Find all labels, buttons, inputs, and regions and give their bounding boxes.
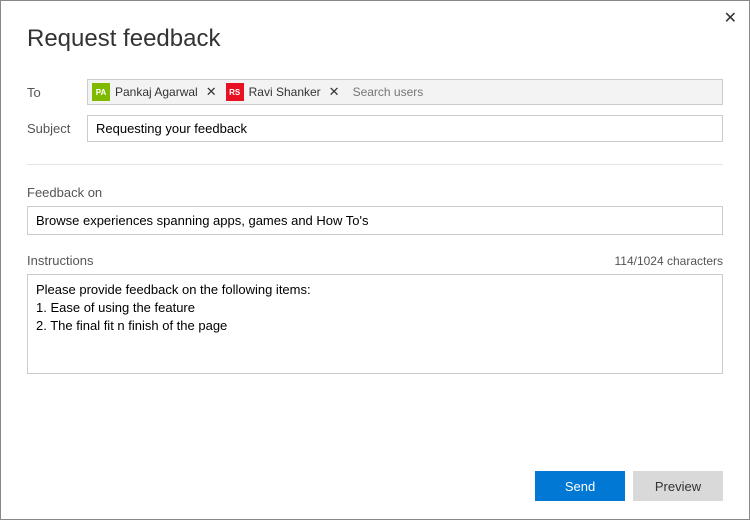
- character-count: 114/1024 characters: [614, 254, 723, 268]
- divider: [27, 164, 723, 165]
- remove-recipient-icon[interactable]: ✕: [326, 84, 343, 100]
- recipient-name: Pankaj Agarwal: [115, 85, 198, 99]
- feedback-on-input[interactable]: [27, 206, 723, 235]
- avatar: PA: [92, 83, 110, 101]
- avatar: RS: [226, 83, 244, 101]
- subject-row: Subject: [27, 115, 723, 142]
- feedback-on-label: Feedback on: [27, 185, 723, 200]
- to-label: To: [27, 85, 87, 100]
- recipient-chip: RS Ravi Shanker ✕: [226, 83, 345, 101]
- send-button[interactable]: Send: [535, 471, 625, 501]
- close-icon[interactable]: ✕: [720, 7, 741, 31]
- dialog-footer: Send Preview: [27, 471, 723, 501]
- preview-button[interactable]: Preview: [633, 471, 723, 501]
- dialog-title: Request feedback: [27, 25, 723, 53]
- request-feedback-dialog: ✕ Request feedback To PA Pankaj Agarwal …: [0, 0, 750, 520]
- recipient-name: Ravi Shanker: [249, 85, 321, 99]
- search-users-input[interactable]: [349, 82, 718, 102]
- to-row: To PA Pankaj Agarwal ✕ RS Ravi Shanker ✕: [27, 79, 723, 105]
- remove-recipient-icon[interactable]: ✕: [203, 84, 220, 100]
- subject-label: Subject: [27, 121, 87, 136]
- instructions-header: Instructions 114/1024 characters: [27, 253, 723, 268]
- to-field[interactable]: PA Pankaj Agarwal ✕ RS Ravi Shanker ✕: [87, 79, 723, 105]
- subject-input[interactable]: [87, 115, 723, 142]
- instructions-label: Instructions: [27, 253, 93, 268]
- recipient-chip: PA Pankaj Agarwal ✕: [92, 83, 222, 101]
- instructions-textarea[interactable]: [27, 274, 723, 374]
